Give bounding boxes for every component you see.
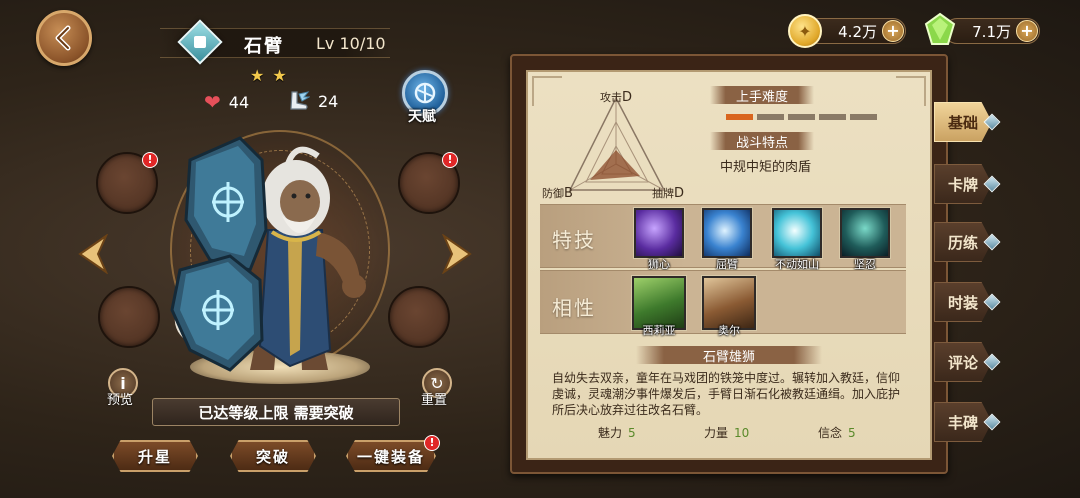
attribute-power: 力量 10 xyxy=(704,424,749,441)
level-limit-banner: 已达等级上限 需要突破 xyxy=(152,398,400,426)
star-up-button[interactable]: 升星 xyxy=(112,440,198,472)
difficulty-segment xyxy=(819,114,846,120)
attribute-label: 魅力 xyxy=(598,426,623,440)
defense-grade: B xyxy=(564,186,573,201)
difficulty-segment xyxy=(788,114,815,120)
difficulty-meter xyxy=(726,114,877,120)
difficulty-segment xyxy=(757,114,784,120)
winged-boot-icon xyxy=(290,91,310,110)
speed-value: 24 xyxy=(318,91,339,111)
skills-label: 特技 xyxy=(552,228,596,252)
hp-stat: ❤ 44 xyxy=(204,90,249,114)
next-hero-arrow-icon[interactable] xyxy=(440,234,474,274)
back-button[interactable] xyxy=(36,10,92,66)
add-gem-button[interactable]: + xyxy=(1016,20,1038,42)
hero-portrait xyxy=(170,136,366,372)
attribute-faith: 信念 5 xyxy=(818,424,856,441)
alert-badge-icon: ! xyxy=(442,152,458,168)
endurance-skill-icon[interactable] xyxy=(840,208,890,258)
equipment-slot-bottom-left[interactable] xyxy=(98,286,160,348)
speed-stat: 24 xyxy=(286,90,338,112)
draw-axis: 抽牌D xyxy=(652,182,684,201)
lionheart-skill-icon[interactable] xyxy=(634,208,684,258)
corner-ornament xyxy=(896,76,926,106)
attack-grade: D xyxy=(622,90,633,105)
reset-label: 重置 xyxy=(421,393,448,408)
auto-equip-button[interactable]: 一键装备 xyxy=(346,440,436,472)
back-arrow-icon xyxy=(55,25,71,51)
bent-arm-skill-icon[interactable] xyxy=(702,208,752,258)
attribute-value: 5 xyxy=(628,426,636,440)
gold-amount: 4.2万 xyxy=(838,22,877,41)
affinity-label: 相性 xyxy=(552,296,596,320)
talent-label: 天赋 xyxy=(408,109,436,125)
draw-grade: D xyxy=(674,186,685,201)
hero-name: 石臂 xyxy=(244,36,284,57)
preview-label: 预览 xyxy=(107,393,134,408)
feature-title: 战斗特点 xyxy=(710,132,814,151)
attribute-label: 力量 xyxy=(704,426,729,440)
affinity-hero-name: 西莉亚 xyxy=(642,324,676,337)
defense-axis: 防御B xyxy=(542,182,573,201)
defense-label: 防御 xyxy=(542,187,564,200)
equipment-slot-bottom-right[interactable] xyxy=(388,286,450,348)
previous-hero-arrow-icon[interactable] xyxy=(76,234,110,274)
attribute-value: 5 xyxy=(848,426,856,440)
attack-axis: 攻击D xyxy=(600,86,632,105)
alert-badge-icon: ! xyxy=(424,435,440,451)
add-gold-button[interactable]: + xyxy=(882,20,904,42)
alert-badge-icon: ! xyxy=(142,152,158,168)
difficulty-segment xyxy=(726,114,753,120)
attribute-value: 10 xyxy=(734,426,750,440)
heart-icon: ❤ xyxy=(204,90,221,114)
gold-coin-icon: ✦ xyxy=(788,14,822,48)
attack-label: 攻击 xyxy=(600,91,622,104)
difficulty-segment xyxy=(850,114,877,120)
draw-label: 抽牌 xyxy=(652,187,674,200)
attribute-charm: 魅力 5 xyxy=(598,424,636,441)
difficulty-title: 上手难度 xyxy=(710,86,814,105)
gem-amount: 7.1万 xyxy=(972,22,1011,41)
bio-text: 自幼失去双亲，童年在马戏团的铁笼中度过。辗转加入教廷，信仰虔诚，灵魂潮汐事件爆发… xyxy=(552,371,901,417)
feature-text: 中规中矩的肉盾 xyxy=(720,160,812,175)
talent-icon xyxy=(414,82,436,104)
affinity-hero-name: 奥尔 xyxy=(718,324,740,337)
immovable-skill-icon[interactable] xyxy=(772,208,822,258)
bio-title: 石臂雄狮 xyxy=(636,346,822,365)
hp-value: 44 xyxy=(228,92,250,112)
class-emblem-core xyxy=(194,36,206,48)
hero-level: Lv 10/10 xyxy=(316,34,386,53)
corner-ornament xyxy=(532,76,562,106)
attribute-label: 信念 xyxy=(818,426,843,440)
hero-stars: ★★ xyxy=(250,66,295,85)
breakthrough-button[interactable]: 突破 xyxy=(230,440,316,472)
green-crystal-icon xyxy=(924,12,956,45)
